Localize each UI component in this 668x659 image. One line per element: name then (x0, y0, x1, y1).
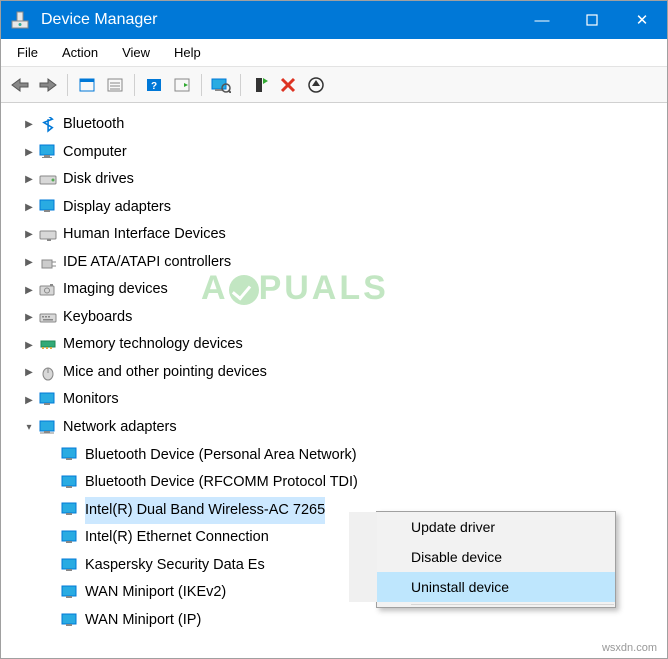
network-adapter-icon (59, 529, 81, 547)
tree-label: Network adapters (63, 414, 177, 442)
disk-icon (37, 171, 59, 189)
menu-view[interactable]: View (110, 41, 162, 64)
menu-file[interactable]: File (5, 41, 50, 64)
context-separator (411, 604, 614, 605)
bluetooth-icon (37, 116, 59, 134)
tree-label: WAN Miniport (IKEv2) (85, 579, 226, 607)
camera-icon (37, 281, 59, 299)
computer-icon (37, 143, 59, 161)
uninstall-button[interactable] (275, 72, 301, 98)
chevron-right-icon[interactable]: ▶ (21, 363, 37, 382)
forward-button[interactable] (35, 72, 61, 98)
keyboard-icon (37, 309, 59, 327)
memory-icon (37, 336, 59, 354)
tree-label: Kaspersky Security Data Es (85, 552, 265, 580)
tree-item-computer[interactable]: ▶ Computer (21, 139, 663, 167)
chevron-right-icon[interactable]: ▶ (21, 391, 37, 410)
chevron-right-icon[interactable]: ▶ (21, 336, 37, 355)
tree-label: Intel(R) Ethernet Connection (85, 524, 269, 552)
network-adapter-icon (59, 557, 81, 575)
monitor-icon (37, 391, 59, 409)
update-driver-button[interactable] (303, 72, 329, 98)
network-adapter-icon (59, 446, 81, 464)
tree-label: Bluetooth (63, 111, 124, 139)
menu-bar: File Action View Help (1, 39, 667, 67)
device-wan-ip[interactable]: WAN Miniport (IP) (59, 607, 663, 635)
tree-label: IDE ATA/ATAPI controllers (63, 249, 231, 277)
tree-item-display[interactable]: ▶ Display adapters (21, 194, 663, 222)
window-controls: — ✕ (517, 1, 667, 39)
close-button[interactable]: ✕ (617, 1, 667, 39)
tree-label: Computer (63, 139, 127, 167)
chevron-down-icon[interactable]: ▾ (21, 418, 37, 437)
device-bt-rfcomm[interactable]: Bluetooth Device (RFCOMM Protocol TDI) (59, 469, 663, 497)
scan-hardware-button[interactable] (208, 72, 234, 98)
network-adapter-icon (59, 474, 81, 492)
chevron-right-icon[interactable]: ▶ (21, 225, 37, 244)
tree-item-bluetooth[interactable]: ▶ Bluetooth (21, 111, 663, 139)
device-bt-pan[interactable]: Bluetooth Device (Personal Area Network) (59, 442, 663, 470)
tree-label: Intel(R) Dual Band Wireless-AC 7265 (85, 497, 325, 525)
tree-item-network-adapters[interactable]: ▾ Network adapters (21, 414, 663, 442)
source-label: wsxdn.com (602, 642, 657, 654)
maximize-button[interactable] (567, 1, 617, 39)
mouse-icon (37, 364, 59, 382)
tree-label: Bluetooth Device (Personal Area Network) (85, 442, 357, 470)
tree-label: Human Interface Devices (63, 221, 226, 249)
svg-text:?: ? (151, 81, 157, 92)
chevron-right-icon[interactable]: ▶ (21, 308, 37, 327)
chevron-right-icon[interactable]: ▶ (21, 115, 37, 134)
menu-action[interactable]: Action (50, 41, 110, 64)
toolbar: ? (1, 67, 667, 103)
ide-icon (37, 254, 59, 272)
context-update-driver[interactable]: Update driver (349, 512, 615, 542)
network-adapter-icon (59, 501, 81, 519)
context-uninstall-device[interactable]: Uninstall device (349, 572, 615, 602)
title-bar: Device Manager — ✕ (1, 1, 667, 39)
chevron-right-icon[interactable]: ▶ (21, 198, 37, 217)
help-button[interactable]: ? (141, 72, 167, 98)
network-adapter-icon (59, 612, 81, 630)
add-legacy-button[interactable] (247, 72, 273, 98)
tree-item-disk[interactable]: ▶ Disk drives (21, 166, 663, 194)
show-hidden-button[interactable] (74, 72, 100, 98)
tree-item-mice[interactable]: ▶ Mice and other pointing devices (21, 359, 663, 387)
window-title: Device Manager (41, 11, 158, 29)
app-icon (9, 9, 31, 31)
chevron-right-icon[interactable]: ▶ (21, 253, 37, 272)
network-adapter-icon (59, 584, 81, 602)
chevron-right-icon[interactable]: ▶ (21, 281, 37, 300)
context-menu: Update driver Disable device Uninstall d… (376, 511, 616, 608)
tree-item-hid[interactable]: ▶ Human Interface Devices (21, 221, 663, 249)
minimize-button[interactable]: — (517, 1, 567, 39)
properties-button[interactable] (102, 72, 128, 98)
tree-label: Keyboards (63, 304, 132, 332)
tree-label: Display adapters (63, 194, 171, 222)
tree-label: Memory technology devices (63, 331, 243, 359)
tree-label: Monitors (63, 386, 119, 414)
tree-item-imaging[interactable]: ▶ Imaging devices (21, 276, 663, 304)
tree-label: Disk drives (63, 166, 134, 194)
tree-item-monitors[interactable]: ▶ Monitors (21, 386, 663, 414)
tree-item-ide[interactable]: ▶ IDE ATA/ATAPI controllers (21, 249, 663, 277)
tree-label: WAN Miniport (IP) (85, 607, 201, 635)
network-icon (37, 419, 59, 437)
chevron-right-icon[interactable]: ▶ (21, 170, 37, 189)
tree-label: Imaging devices (63, 276, 168, 304)
display-icon (37, 198, 59, 216)
tree-item-keyboards[interactable]: ▶ Keyboards (21, 304, 663, 332)
chevron-right-icon[interactable]: ▶ (21, 143, 37, 162)
menu-help[interactable]: Help (162, 41, 213, 64)
back-button[interactable] (7, 72, 33, 98)
hid-icon (37, 226, 59, 244)
tree-item-memory[interactable]: ▶ Memory technology devices (21, 331, 663, 359)
tree-label: Mice and other pointing devices (63, 359, 267, 387)
action-button[interactable] (169, 72, 195, 98)
context-disable-device[interactable]: Disable device (349, 542, 615, 572)
tree-label: Bluetooth Device (RFCOMM Protocol TDI) (85, 469, 358, 497)
